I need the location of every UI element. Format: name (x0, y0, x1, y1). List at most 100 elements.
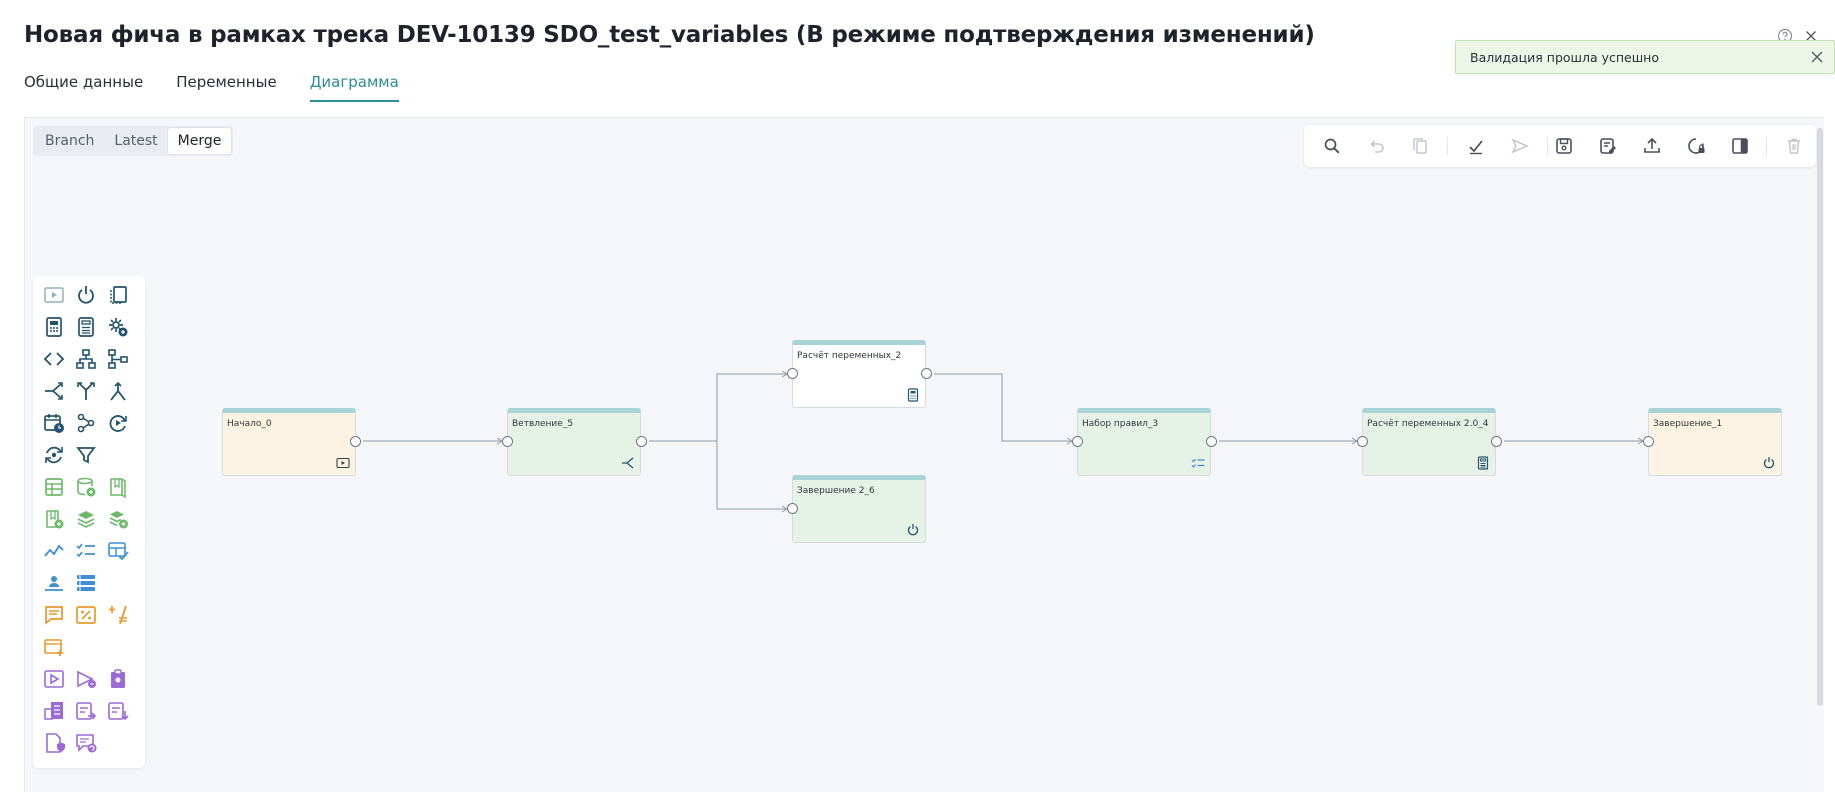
tab-variables[interactable]: Переменные (176, 72, 277, 102)
version-merge-option[interactable]: Merge (167, 128, 232, 154)
element-palette (33, 276, 145, 768)
node-branch-output-port[interactable] (636, 436, 647, 447)
layers-plus-icon[interactable] (107, 508, 129, 530)
node-branch[interactable]: Ветвление_5 (507, 408, 641, 476)
save-as-icon[interactable] (1598, 136, 1618, 156)
doc-download-icon[interactable] (107, 700, 129, 722)
close-icon[interactable] (1810, 50, 1824, 64)
toolbar-separator (1447, 137, 1448, 155)
search-icon[interactable] (1322, 136, 1342, 156)
layers-icon[interactable] (75, 508, 97, 530)
node-rule-set-3[interactable]: Набор правил_3 (1077, 408, 1211, 476)
upload-icon[interactable] (1642, 136, 1662, 156)
validate-check-icon[interactable] (1466, 136, 1486, 156)
clipboard-icon[interactable] (107, 668, 129, 690)
node-label: Расчёт переменных 2.0_4 (1367, 419, 1489, 429)
node-label: Начало_0 (227, 419, 272, 429)
node-calc-variables-2-0-4[interactable]: Расчёт переменных 2.0_4 (1362, 408, 1496, 476)
table-check-icon[interactable] (107, 540, 129, 562)
checklist-icon[interactable] (75, 540, 97, 562)
node-start[interactable]: Начало_0 (222, 408, 356, 476)
node-calc24-input-port[interactable] (1357, 436, 1368, 447)
hierarchy-icon[interactable] (75, 348, 97, 370)
book-icon[interactable] (107, 476, 129, 498)
node-rules3-output-port[interactable] (1206, 436, 1217, 447)
node-label: Завершение 2_6 (797, 486, 875, 496)
node-calc-variables-2[interactable]: Расчёт переменных_2 (792, 340, 926, 408)
building-icon[interactable] (43, 700, 65, 722)
node-start-output-port[interactable] (350, 436, 361, 447)
node-end1-input-port[interactable] (1643, 436, 1654, 447)
delete-icon[interactable] (1784, 136, 1804, 156)
node-end-2-6[interactable]: Завершение 2_6 (792, 475, 926, 543)
side-panel-icon[interactable] (1730, 136, 1750, 156)
merge-icon[interactable] (107, 380, 129, 402)
tab-general[interactable]: Общие данные (24, 72, 143, 102)
calculator-icon (907, 388, 919, 402)
percent-box-icon[interactable] (75, 604, 97, 626)
node-branch-input-port[interactable] (502, 436, 513, 447)
node-calc2-output-port[interactable] (921, 368, 932, 379)
toast-message: Валидация прошла успешно (1470, 49, 1659, 65)
list-icon[interactable] (75, 572, 97, 594)
doc-shield-icon[interactable] (43, 732, 65, 754)
version-latest-option[interactable]: Latest (104, 128, 167, 154)
calculator-icon[interactable] (43, 316, 65, 338)
settings-lock-icon[interactable] (1686, 136, 1706, 156)
power-icon (1763, 457, 1775, 469)
power-icon (907, 524, 919, 536)
send-box-icon[interactable] (75, 668, 97, 690)
power-icon[interactable] (75, 284, 97, 306)
validation-toast: Валидация прошла успешно (1455, 40, 1835, 74)
play-box-icon (336, 457, 350, 469)
undo-icon[interactable] (1366, 136, 1386, 156)
toolbar-separator (1547, 137, 1548, 155)
canvas-scrollbar[interactable] (1817, 128, 1823, 706)
version-switch: Branch Latest Merge (33, 126, 234, 156)
database-plus-icon[interactable] (75, 476, 97, 498)
version-branch-option[interactable]: Branch (35, 128, 104, 154)
node-end-1[interactable]: Завершение_1 (1648, 408, 1782, 476)
user-tray-icon[interactable] (43, 572, 65, 594)
book-plus-icon[interactable] (43, 508, 65, 530)
branch-icon (622, 457, 634, 469)
nodes-icon[interactable] (75, 412, 97, 434)
table-icon[interactable] (43, 476, 65, 498)
gear-plus-icon[interactable] (107, 316, 129, 338)
node-rules3-input-port[interactable] (1072, 436, 1083, 447)
calculator-icon (1477, 456, 1489, 470)
copy-icon[interactable] (1410, 136, 1430, 156)
calculator-2-icon[interactable] (75, 316, 97, 338)
node-calc2-input-port[interactable] (787, 368, 798, 379)
checklist-icon (1191, 458, 1205, 468)
filter-icon[interactable] (75, 444, 97, 466)
node-label: Ветвление_5 (512, 419, 574, 429)
copy-node-icon[interactable] (107, 284, 129, 306)
doc-arrow-icon[interactable] (75, 700, 97, 722)
split-icon[interactable] (75, 380, 97, 402)
branch-icon[interactable] (43, 380, 65, 402)
tab-bar: Общие данные Переменные Диаграмма (24, 72, 432, 102)
trend-icon[interactable] (43, 540, 65, 562)
comment-refresh-icon[interactable] (75, 732, 97, 754)
window-plus-icon[interactable] (43, 636, 65, 658)
code-icon[interactable] (43, 348, 65, 370)
play-box-icon[interactable] (43, 668, 65, 690)
start-icon[interactable] (43, 284, 65, 306)
percent-slash-icon[interactable] (107, 604, 129, 626)
node-label: Набор правил_3 (1082, 419, 1159, 429)
toolbar-separator (1766, 137, 1767, 155)
node-calc24-output-port[interactable] (1491, 436, 1502, 447)
tree-icon[interactable] (107, 348, 129, 370)
node-label: Расчёт переменных_2 (797, 351, 902, 361)
calendar-clock-icon[interactable] (43, 412, 65, 434)
send-icon[interactable] (1510, 136, 1530, 156)
save-icon[interactable] (1554, 136, 1574, 156)
node-label: Завершение_1 (1653, 419, 1723, 429)
node-end26-input-port[interactable] (787, 503, 798, 514)
diagram-toolbar (1304, 125, 1816, 167)
comment-icon[interactable] (43, 604, 65, 626)
tab-diagram[interactable]: Диаграмма (309, 72, 399, 102)
refresh-play-icon[interactable] (107, 412, 129, 434)
refresh-gear-icon[interactable] (43, 444, 65, 466)
